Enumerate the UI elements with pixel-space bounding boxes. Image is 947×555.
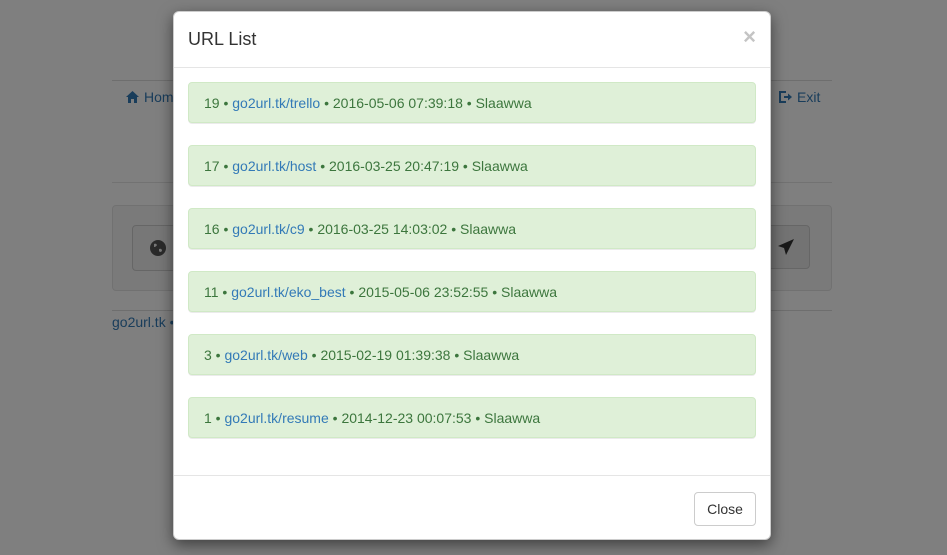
url-list-item: 16 • go2url.tk/c9 • 2016-03-25 14:03:02 … — [188, 208, 756, 249]
url-date: 2016-05-06 07:39:18 — [332, 94, 463, 111]
url-id: 17 — [204, 157, 220, 174]
url-id: 16 — [204, 220, 220, 237]
separator: • — [471, 409, 485, 426]
close-button[interactable]: Close — [694, 492, 756, 526]
separator: • — [219, 220, 233, 237]
separator: • — [307, 346, 321, 363]
short-url-link[interactable]: go2url.tk/trello — [232, 95, 320, 111]
modal-title: URL List — [188, 29, 257, 49]
url-id: 1 — [204, 409, 212, 426]
url-user: Slaawwa — [501, 283, 558, 300]
url-id: 11 — [204, 283, 219, 300]
url-date: 2014-12-23 00:07:53 — [341, 409, 472, 426]
url-date: 2016-03-25 14:03:02 — [317, 220, 448, 237]
url-date: 2015-05-06 23:52:55 — [358, 283, 489, 300]
url-id: 19 — [204, 94, 220, 111]
url-date: 2016-03-25 20:47:19 — [329, 157, 460, 174]
url-list-item: 11 • go2url.tk/eko_best • 2015-05-06 23:… — [188, 271, 756, 312]
separator: • — [320, 94, 333, 111]
url-user: Slaawwa — [460, 220, 517, 237]
short-url-link[interactable]: go2url.tk/host — [232, 158, 316, 174]
separator: • — [316, 157, 330, 174]
url-list-item: 3 • go2url.tk/web • 2015-02-19 01:39:38 … — [188, 334, 756, 375]
url-date: 2015-02-19 01:39:38 — [320, 346, 451, 363]
separator: • — [218, 283, 232, 300]
url-user: Slaawwa — [471, 157, 528, 174]
separator: • — [450, 346, 464, 363]
separator: • — [328, 409, 342, 426]
short-url-link[interactable]: go2url.tk/eko_best — [231, 284, 345, 300]
modal-footer: Close — [174, 475, 770, 540]
separator: • — [345, 283, 359, 300]
url-user: Slaawwa — [463, 346, 520, 363]
url-id: 3 — [204, 346, 212, 363]
url-list-item: 1 • go2url.tk/resume • 2014-12-23 00:07:… — [188, 397, 756, 438]
separator: • — [219, 94, 233, 111]
short-url-link[interactable]: go2url.tk/resume — [224, 410, 328, 426]
short-url-link[interactable]: go2url.tk/c9 — [232, 221, 304, 237]
separator: • — [211, 409, 225, 426]
separator: • — [211, 346, 225, 363]
url-user: Slaawwa — [475, 94, 532, 111]
modal-header: URL List × — [174, 12, 770, 68]
url-list-item: 19 • go2url.tk/trello • 2016-05-06 07:39… — [188, 82, 756, 123]
close-icon[interactable]: × — [743, 26, 756, 48]
separator: • — [219, 157, 233, 174]
url-user: Slaawwa — [484, 409, 541, 426]
url-list-item: 17 • go2url.tk/host • 2016-03-25 20:47:1… — [188, 145, 756, 186]
modal-body: 19 • go2url.tk/trello • 2016-05-06 07:39… — [188, 82, 756, 460]
short-url-link[interactable]: go2url.tk/web — [224, 347, 307, 363]
separator: • — [459, 157, 472, 174]
separator: • — [447, 220, 461, 237]
url-list-modal: URL List × 19 • go2url.tk/trello • 2016-… — [173, 11, 771, 540]
separator: • — [488, 283, 502, 300]
separator: • — [462, 94, 476, 111]
separator: • — [304, 220, 318, 237]
